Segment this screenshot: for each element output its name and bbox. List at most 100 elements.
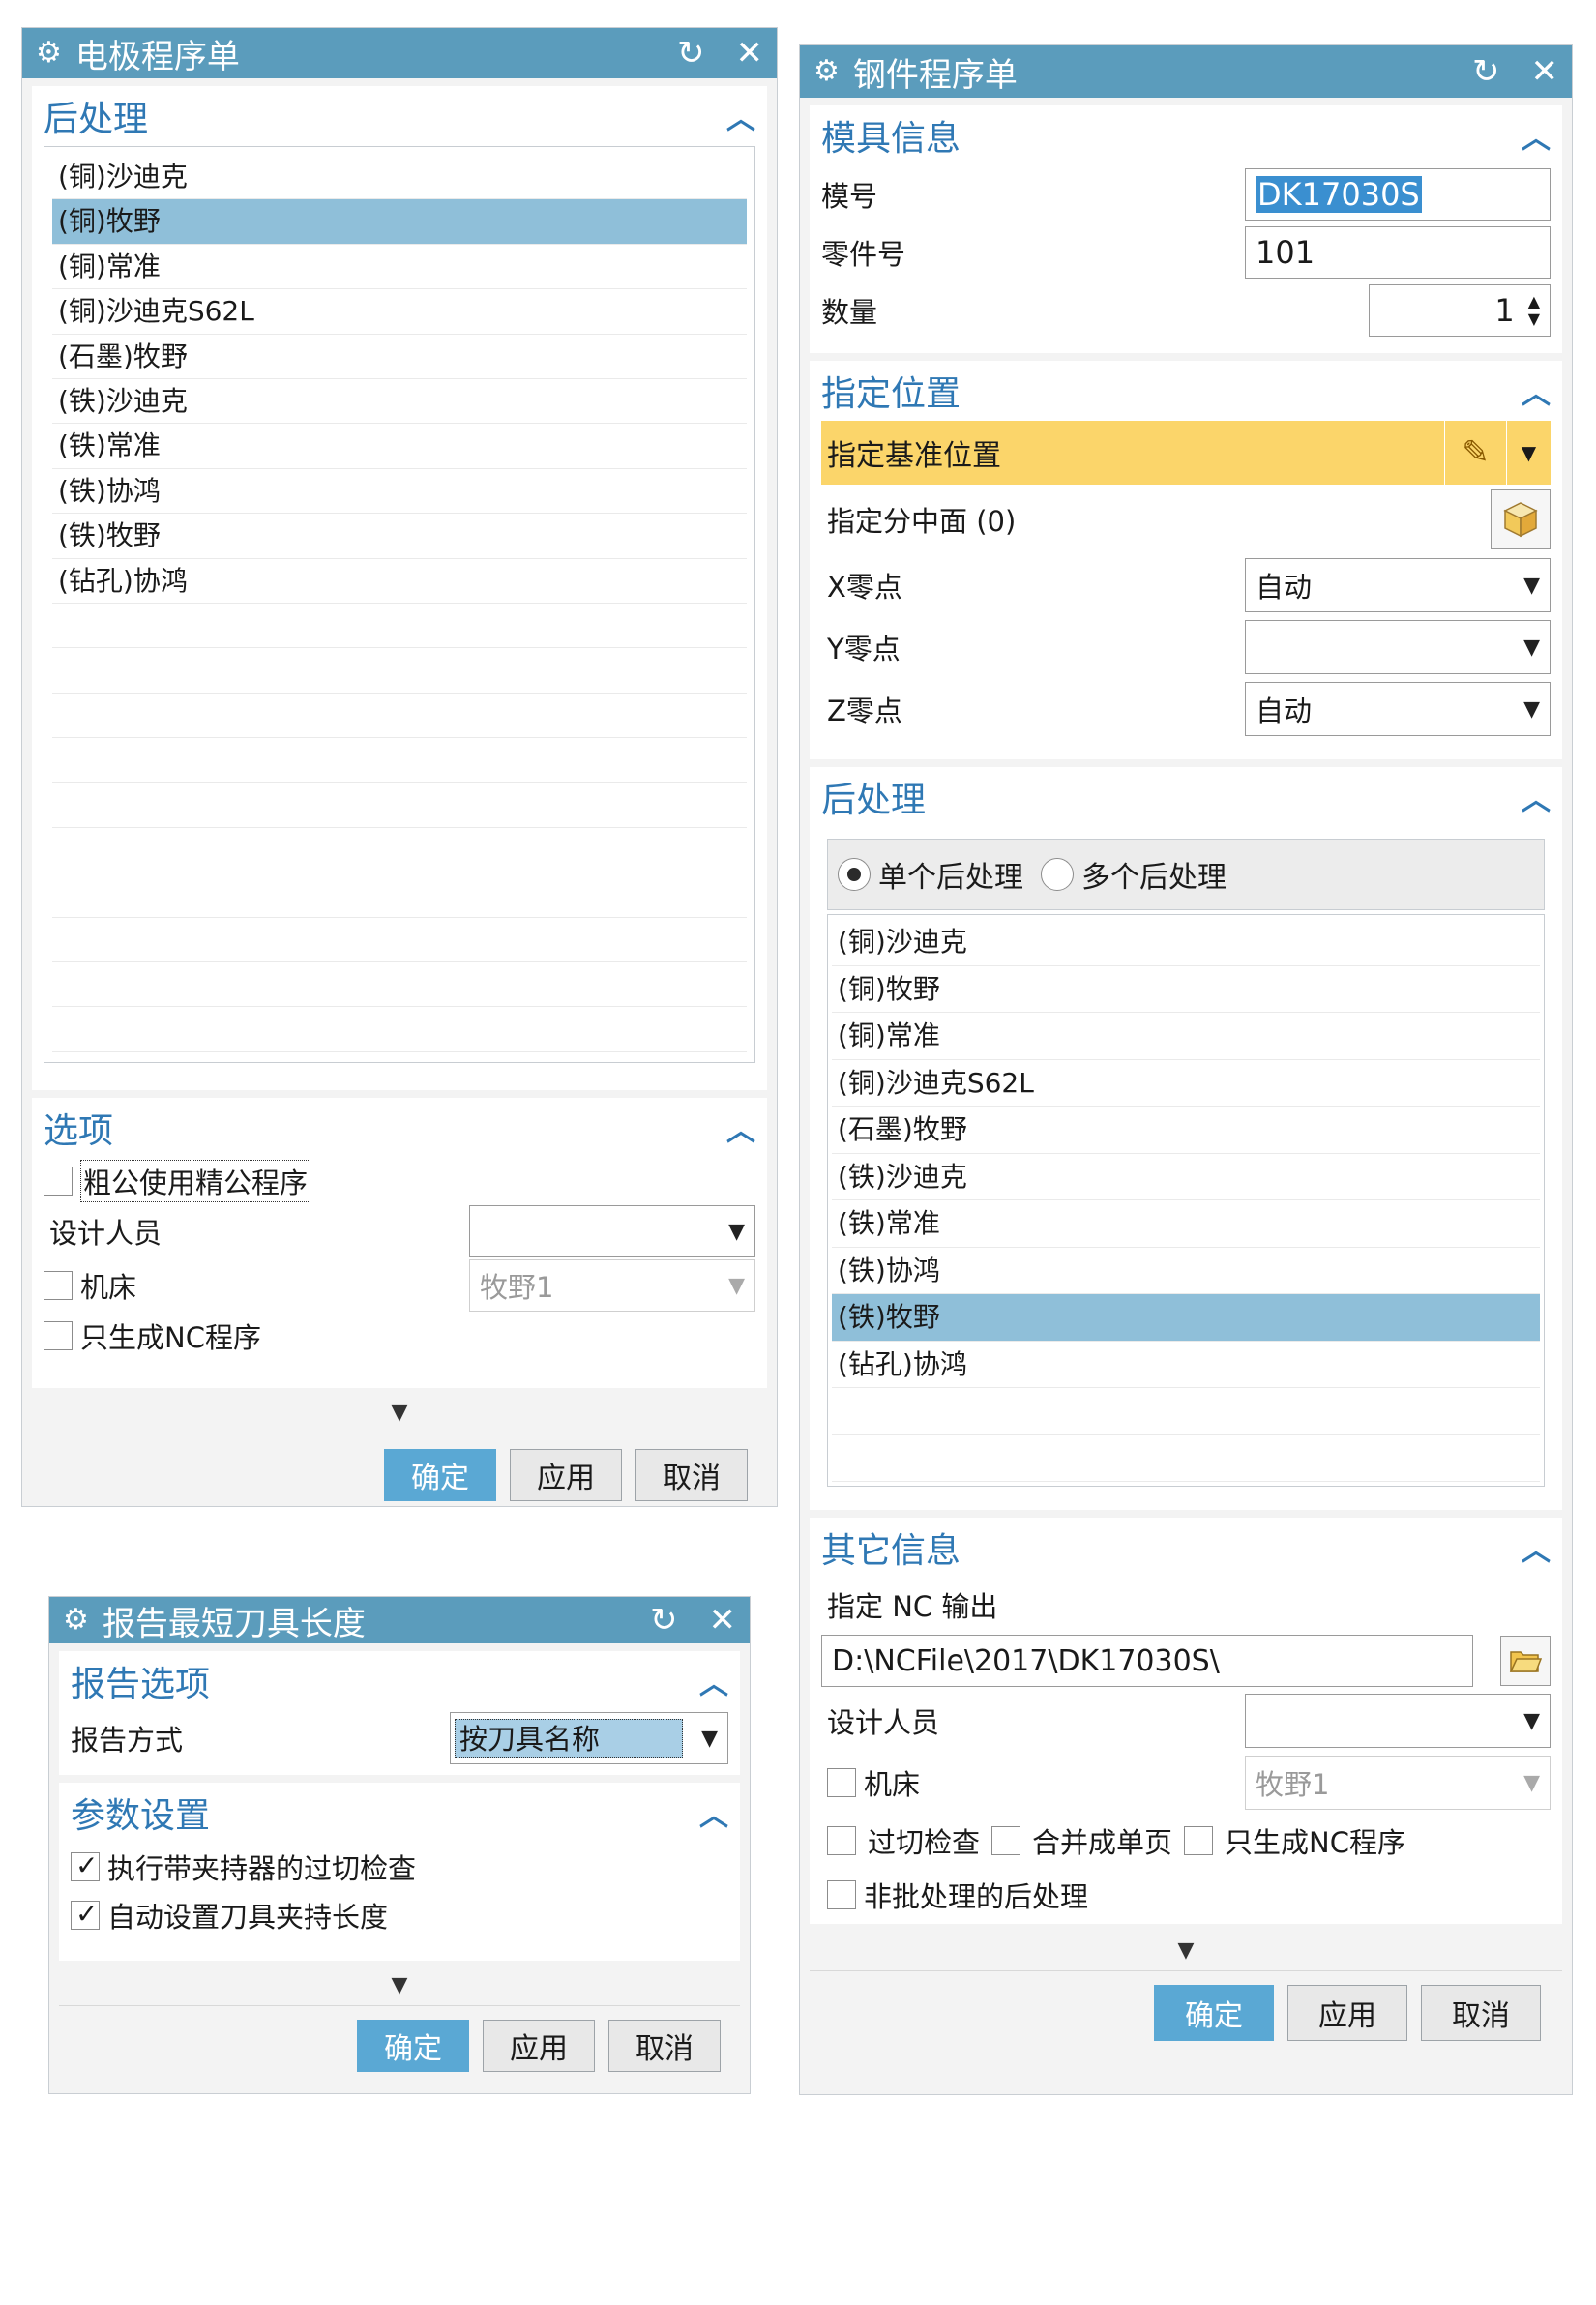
part-no-value: 101: [1256, 234, 1315, 271]
close-icon[interactable]: ✕: [1531, 55, 1559, 88]
close-icon[interactable]: ✕: [736, 37, 764, 70]
electrode-post-list[interactable]: (铜)沙迪克 (铜)牧野 (铜)常准 (铜)沙迪克S62L (石墨)牧野 (铁)沙迪克 (铁…: [44, 146, 755, 1063]
machine-label: 机床: [864, 1768, 921, 1801]
list-item: [52, 783, 747, 828]
more-chevron-icon[interactable]: ▼: [49, 1966, 750, 2005]
part-no-input[interactable]: 101: [1245, 226, 1551, 279]
electrode-options-group: 选项 ︿ 粗公使用精公程序 设计人员 ▼ 机床 牧野1 ▼ 只生成NC程序: [32, 1098, 767, 1388]
list-item[interactable]: (铜)常准: [52, 245, 747, 290]
cube-icon[interactable]: [1491, 489, 1551, 549]
list-item[interactable]: (铁)沙迪克: [832, 1154, 1540, 1200]
cancel-button[interactable]: 取消: [1421, 1985, 1541, 2041]
designer-select[interactable]: ▼: [469, 1205, 755, 1257]
group-title: 模具信息: [821, 119, 961, 159]
report-dialog: ⚙ 报告最短刀具长度 ↻ ✕ 报告选项 ︿ 报告方式 按刀具名称 ▼ 参数设置 …: [48, 1596, 751, 2094]
apply-button[interactable]: 应用: [1287, 1985, 1407, 2041]
list-item[interactable]: (铜)牧野: [832, 966, 1540, 1013]
collapse-icon[interactable]: ︿: [699, 1660, 728, 1702]
collapse-icon[interactable]: ︿: [1522, 1526, 1551, 1569]
reset-icon[interactable]: ↻: [677, 37, 705, 70]
collapse-icon[interactable]: ︿: [699, 1791, 728, 1834]
collapse-icon[interactable]: ︿: [726, 1107, 755, 1149]
ok-button[interactable]: 确定: [357, 2020, 469, 2072]
nc-only-checkbox[interactable]: [1184, 1826, 1214, 1855]
list-item[interactable]: (铁)牧野: [832, 1294, 1540, 1342]
list-item[interactable]: (铁)协鸿: [52, 469, 747, 515]
report-mode-select[interactable]: 按刀具名称 ▼: [450, 1712, 728, 1764]
nc-output-label: 指定 NC 输出: [827, 1590, 998, 1623]
gouge-check-checkbox[interactable]: [827, 1826, 856, 1855]
list-item[interactable]: (铜)沙迪克S62L: [52, 289, 747, 335]
z-zero-select[interactable]: 自动 ▼: [1245, 682, 1551, 736]
list-item: [52, 694, 747, 739]
param-settings-group: 参数设置 ︿ 执行带夹持器的过切检查 自动设置刀具夹持长度: [59, 1783, 740, 1961]
list-item[interactable]: (铁)常准: [52, 424, 747, 469]
collapse-icon[interactable]: ︿: [1522, 776, 1551, 818]
list-item: [52, 738, 747, 783]
chevron-down-icon: ▼: [1523, 696, 1540, 722]
mold-no-input[interactable]: DK17030S: [1245, 168, 1551, 221]
list-item[interactable]: (铜)沙迪克S62L: [832, 1060, 1540, 1107]
stepper-icon[interactable]: ▲ ▼: [1528, 293, 1540, 328]
list-item[interactable]: (铁)沙迪克: [52, 379, 747, 425]
list-item[interactable]: (石墨)牧野: [52, 335, 747, 379]
cancel-button[interactable]: 取消: [635, 1449, 748, 1501]
list-item[interactable]: (铜)常准: [832, 1013, 1540, 1060]
cancel-button[interactable]: 取消: [608, 2020, 721, 2072]
list-item: [52, 962, 747, 1008]
folder-open-icon[interactable]: [1500, 1636, 1551, 1686]
list-item[interactable]: (铜)沙迪克: [832, 919, 1540, 966]
nc-output-input[interactable]: D:\NCFile\2017\DK17030S\: [821, 1635, 1473, 1687]
electrode-titlebar[interactable]: ⚙ 电极程序单 ↻ ✕: [22, 28, 777, 78]
chevron-down-icon[interactable]: ▼: [1506, 421, 1551, 485]
list-item: [52, 1007, 747, 1052]
list-item[interactable]: (铁)常准: [832, 1200, 1540, 1248]
non-batch-checkbox[interactable]: [827, 1880, 856, 1909]
merge-page-checkbox[interactable]: [991, 1826, 1021, 1855]
reset-icon[interactable]: ↻: [650, 1604, 678, 1637]
group-title: 选项: [44, 1111, 114, 1151]
apply-button[interactable]: 应用: [483, 2020, 595, 2072]
datum-position-row[interactable]: 指定基准位置 ✎ ▼: [821, 421, 1551, 485]
reset-icon[interactable]: ↻: [1472, 55, 1500, 88]
ok-button[interactable]: 确定: [384, 1449, 496, 1501]
list-item[interactable]: (铜)沙迪克: [52, 155, 747, 200]
report-titlebar[interactable]: ⚙ 报告最短刀具长度 ↻ ✕: [49, 1597, 750, 1643]
collapse-icon[interactable]: ︿: [1522, 114, 1551, 157]
x-zero-value: 自动: [1256, 571, 1313, 604]
list-item[interactable]: (石墨)牧野: [832, 1107, 1540, 1154]
ok-button[interactable]: 确定: [1154, 1985, 1274, 2041]
collapse-icon[interactable]: ︿: [726, 95, 755, 137]
chevron-down-icon: ▼: [1523, 573, 1540, 598]
qty-stepper[interactable]: 1 ▲ ▼: [1369, 284, 1551, 337]
machine-checkbox[interactable]: [827, 1768, 856, 1797]
steel-post-list[interactable]: (铜)沙迪克 (铜)牧野 (铜)常准 (铜)沙迪克S62L (石墨)牧野 (铁)沙迪克 (铁…: [827, 914, 1545, 1487]
steel-post-group: 后处理 ︿ 单个后处理 多个后处理 (铜)沙迪克 (铜)牧野 (铜)常准 (铜)沙迪克…: [810, 767, 1562, 1510]
part-no-label: 零件号: [821, 238, 906, 271]
gouge-holder-checkbox[interactable]: [71, 1849, 100, 1881]
collapse-icon[interactable]: ︿: [1522, 369, 1551, 412]
y-zero-select[interactable]: ▼: [1245, 620, 1551, 674]
list-item[interactable]: (铁)牧野: [52, 514, 747, 559]
apply-button[interactable]: 应用: [510, 1449, 622, 1501]
x-zero-select[interactable]: 自动 ▼: [1245, 558, 1551, 612]
single-post-radio[interactable]: [838, 858, 871, 891]
report-mode-label: 报告方式: [71, 1724, 184, 1757]
machine-checkbox[interactable]: [44, 1271, 73, 1300]
list-item[interactable]: (钻孔)协鸿: [52, 559, 747, 604]
rough-finish-checkbox[interactable]: [44, 1167, 73, 1196]
multi-post-radio[interactable]: [1041, 858, 1074, 891]
list-item[interactable]: (铜)牧野: [52, 199, 747, 245]
close-icon[interactable]: ✕: [709, 1604, 737, 1637]
list-item[interactable]: (钻孔)协鸿: [832, 1342, 1540, 1388]
nc-only-checkbox[interactable]: [44, 1321, 73, 1350]
select-point-icon[interactable]: ✎: [1444, 421, 1506, 485]
auto-holder-checkbox[interactable]: [71, 1898, 100, 1930]
list-item[interactable]: (铁)协鸿: [832, 1248, 1540, 1294]
more-chevron-icon[interactable]: ▼: [800, 1932, 1572, 1970]
steel-titlebar[interactable]: ⚙ 钢件程序单 ↻ ✕: [800, 45, 1572, 98]
designer-select[interactable]: ▼: [1245, 1694, 1551, 1748]
report-mode-value: 按刀具名称: [455, 1719, 683, 1758]
auto-holder-label: 自动设置刀具夹持长度: [107, 1901, 389, 1934]
more-chevron-icon[interactable]: ▼: [22, 1394, 777, 1433]
